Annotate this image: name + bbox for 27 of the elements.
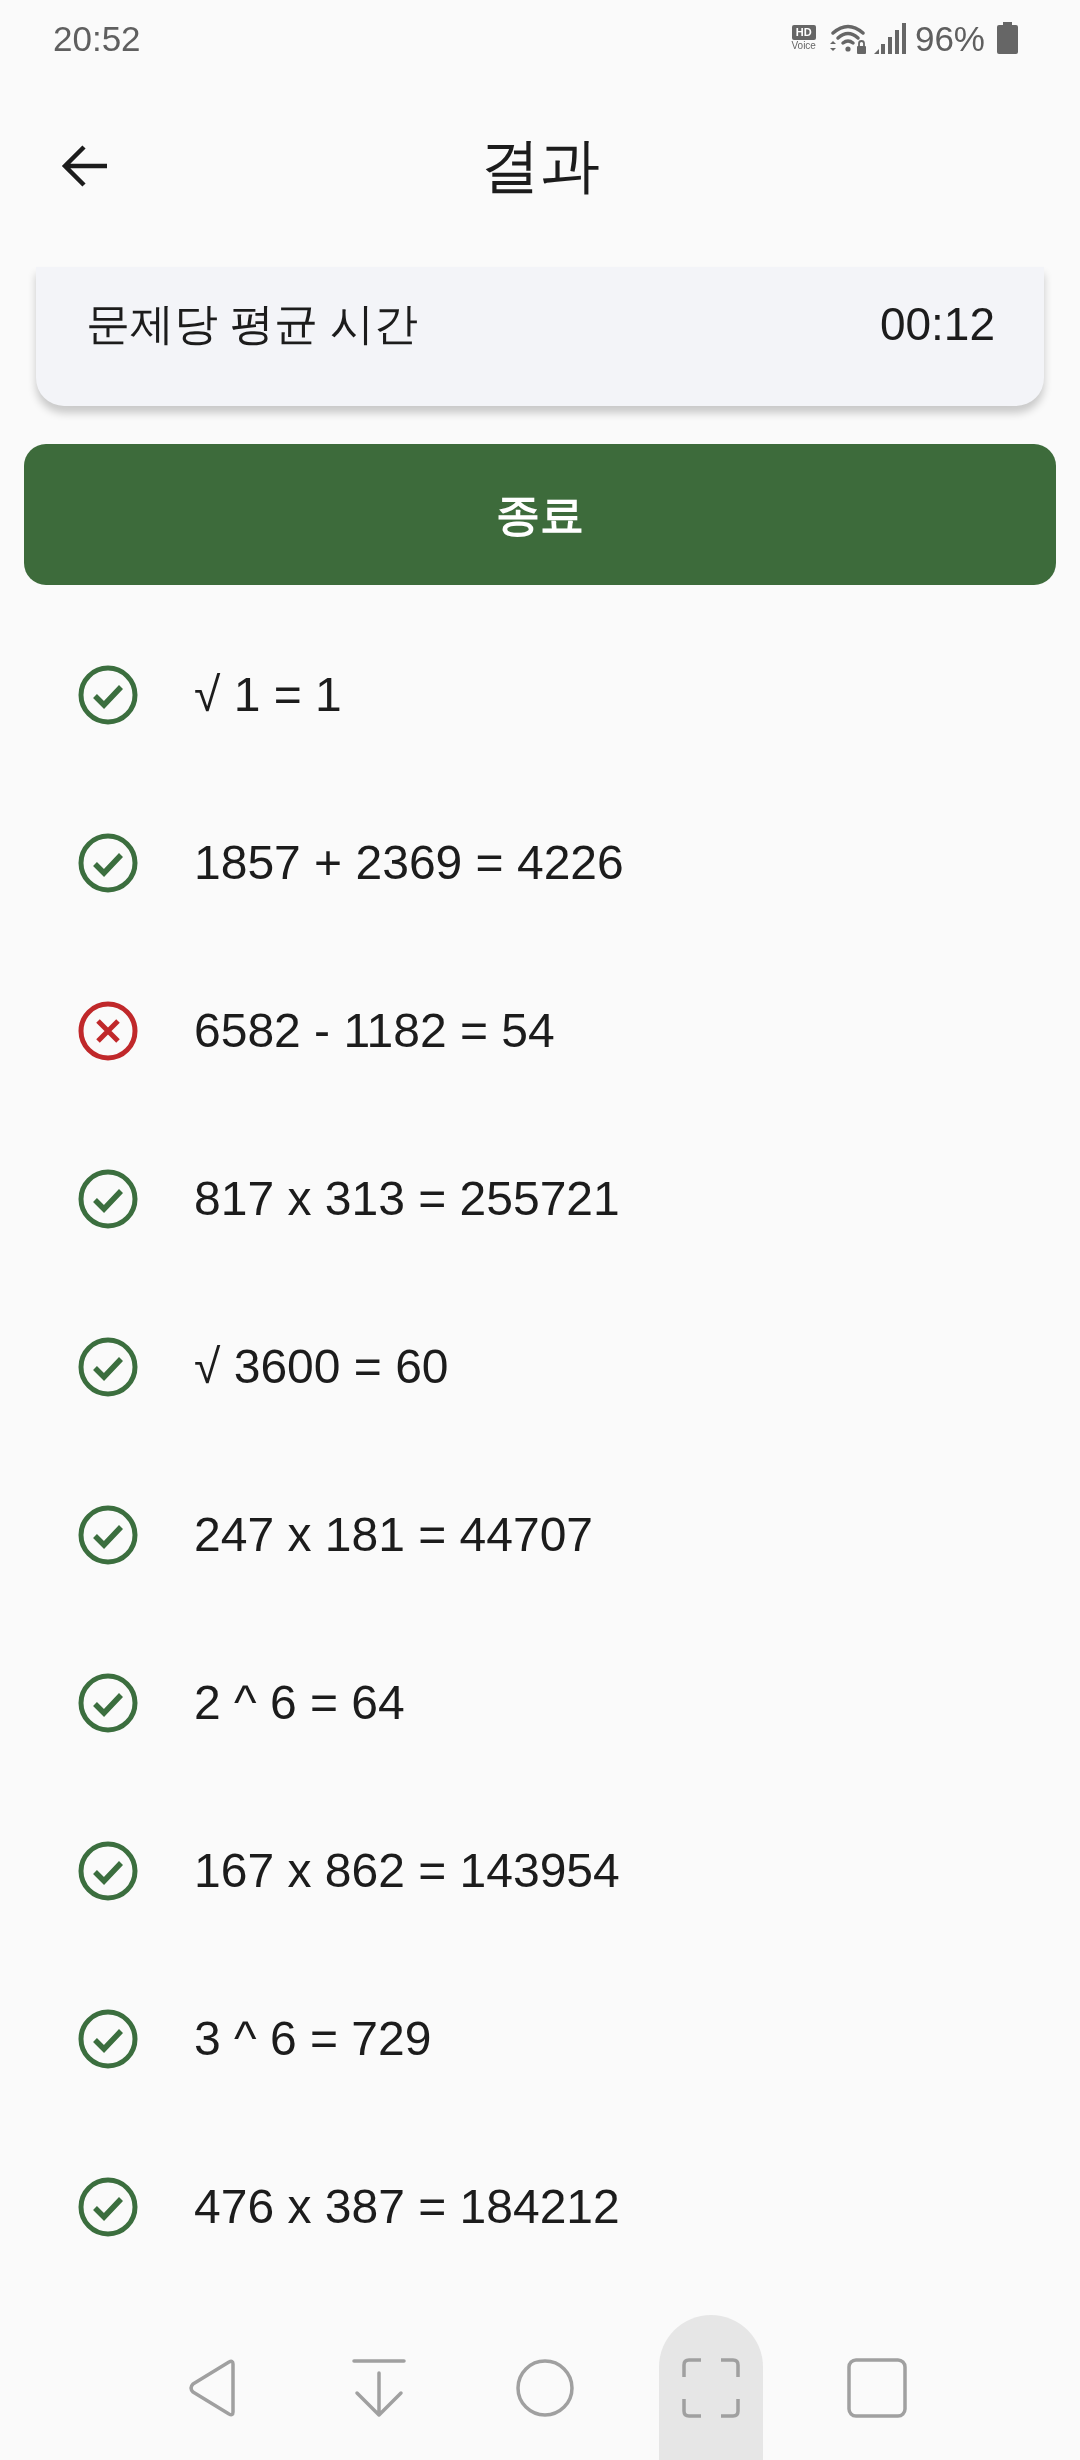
back-arrow-icon (61, 143, 109, 188)
signal-icon (873, 22, 907, 54)
average-time-label: 문제당 평균 시간 (86, 302, 419, 346)
battery-percent: 96% (914, 20, 985, 56)
expression-text: √ 3600 = 60 (194, 1343, 449, 1391)
status-time: 20:52 (53, 20, 141, 56)
expression-text: 2 ^ 6 = 64 (194, 1679, 405, 1727)
voice-label: Voice (791, 41, 816, 51)
expression-text: 1857 + 2369 = 4226 (194, 839, 624, 887)
battery-icon (997, 22, 1018, 54)
expression-text: 3 ^ 6 = 729 (194, 2015, 432, 2063)
screenshot-frame-icon (682, 2357, 740, 2418)
finish-button[interactable]: 종료 (24, 444, 1056, 585)
expression-text: 167 x 862 = 143954 (194, 1847, 620, 1895)
average-time-value: 00:12 (879, 301, 995, 347)
expression-text: 247 x 181 = 44707 (194, 1511, 594, 1559)
expression-text: 6582 - 1182 = 54 (194, 1007, 555, 1055)
home-circle-icon (515, 2357, 575, 2418)
wifi-icon (828, 22, 867, 54)
expression-text: √ 1 = 1 (194, 671, 342, 719)
expression-text: 476 x 387 = 184212 (194, 2183, 620, 2231)
expression-text: 817 x 313 = 255721 (194, 1175, 620, 1223)
recents-square-icon (847, 2357, 907, 2418)
download-arrow-icon (352, 2357, 406, 2418)
hd-label: HD (791, 25, 816, 40)
page-title: 결과 (480, 135, 600, 196)
nav-button[interactable] (659, 2315, 763, 2460)
